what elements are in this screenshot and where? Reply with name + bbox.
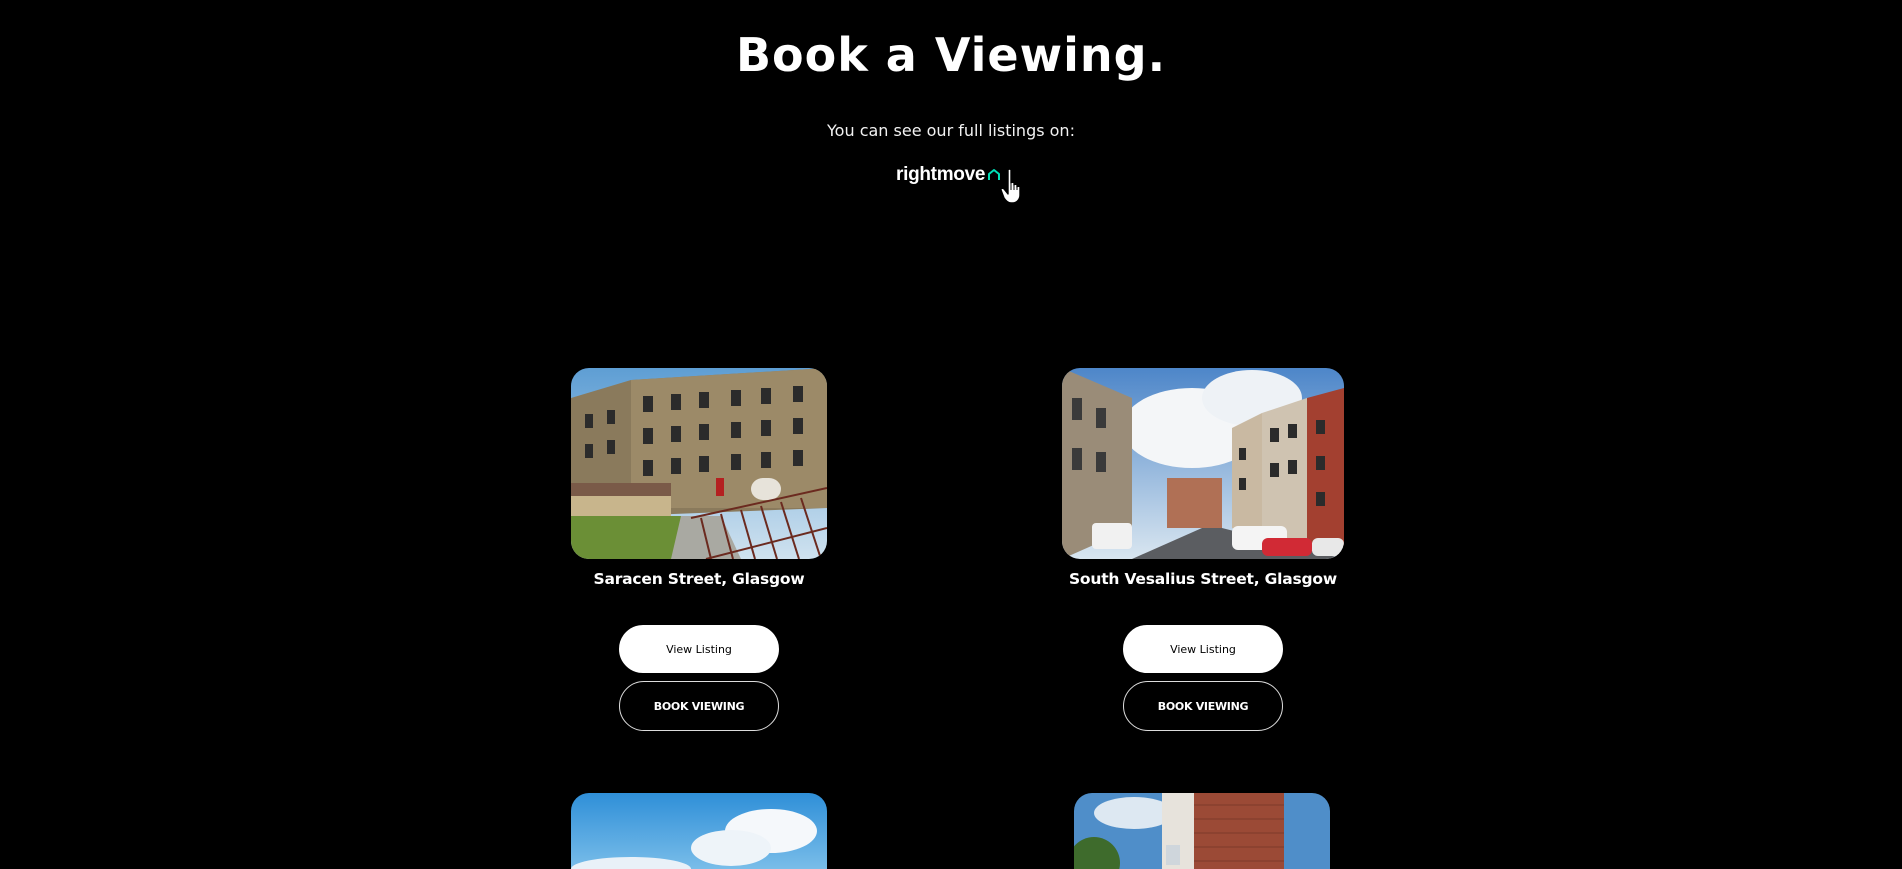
- listing-card: [1074, 793, 1330, 869]
- hand-pointer-icon: [1000, 168, 1021, 204]
- listing-card: [571, 793, 827, 869]
- rightmove-link[interactable]: rightmove: [896, 164, 1001, 186]
- property-photo[interactable]: [571, 793, 827, 869]
- property-photo[interactable]: [1074, 793, 1330, 869]
- property-photo[interactable]: [571, 368, 827, 559]
- book-viewing-button[interactable]: BOOK VIEWING: [1123, 681, 1283, 731]
- rightmove-logo-text: rightmove: [896, 164, 986, 185]
- view-listing-button[interactable]: View Listing: [1123, 625, 1283, 673]
- property-photo[interactable]: [1062, 368, 1344, 559]
- listing-card: Saracen Street, Glasgow View Listing BOO…: [571, 368, 827, 731]
- listing-card: South Vesalius Street, Glasgow View List…: [1062, 368, 1344, 731]
- listing-title: South Vesalius Street, Glasgow: [1068, 570, 1338, 588]
- listing-title: Saracen Street, Glasgow: [593, 570, 805, 588]
- view-listing-button[interactable]: View Listing: [619, 625, 779, 673]
- book-viewing-button[interactable]: BOOK VIEWING: [619, 681, 779, 731]
- page-title: Book a Viewing.: [735, 28, 1167, 82]
- listings-intro-text: You can see our full listings on:: [827, 121, 1075, 140]
- page: Book a Viewing. You can see our full lis…: [0, 0, 1902, 869]
